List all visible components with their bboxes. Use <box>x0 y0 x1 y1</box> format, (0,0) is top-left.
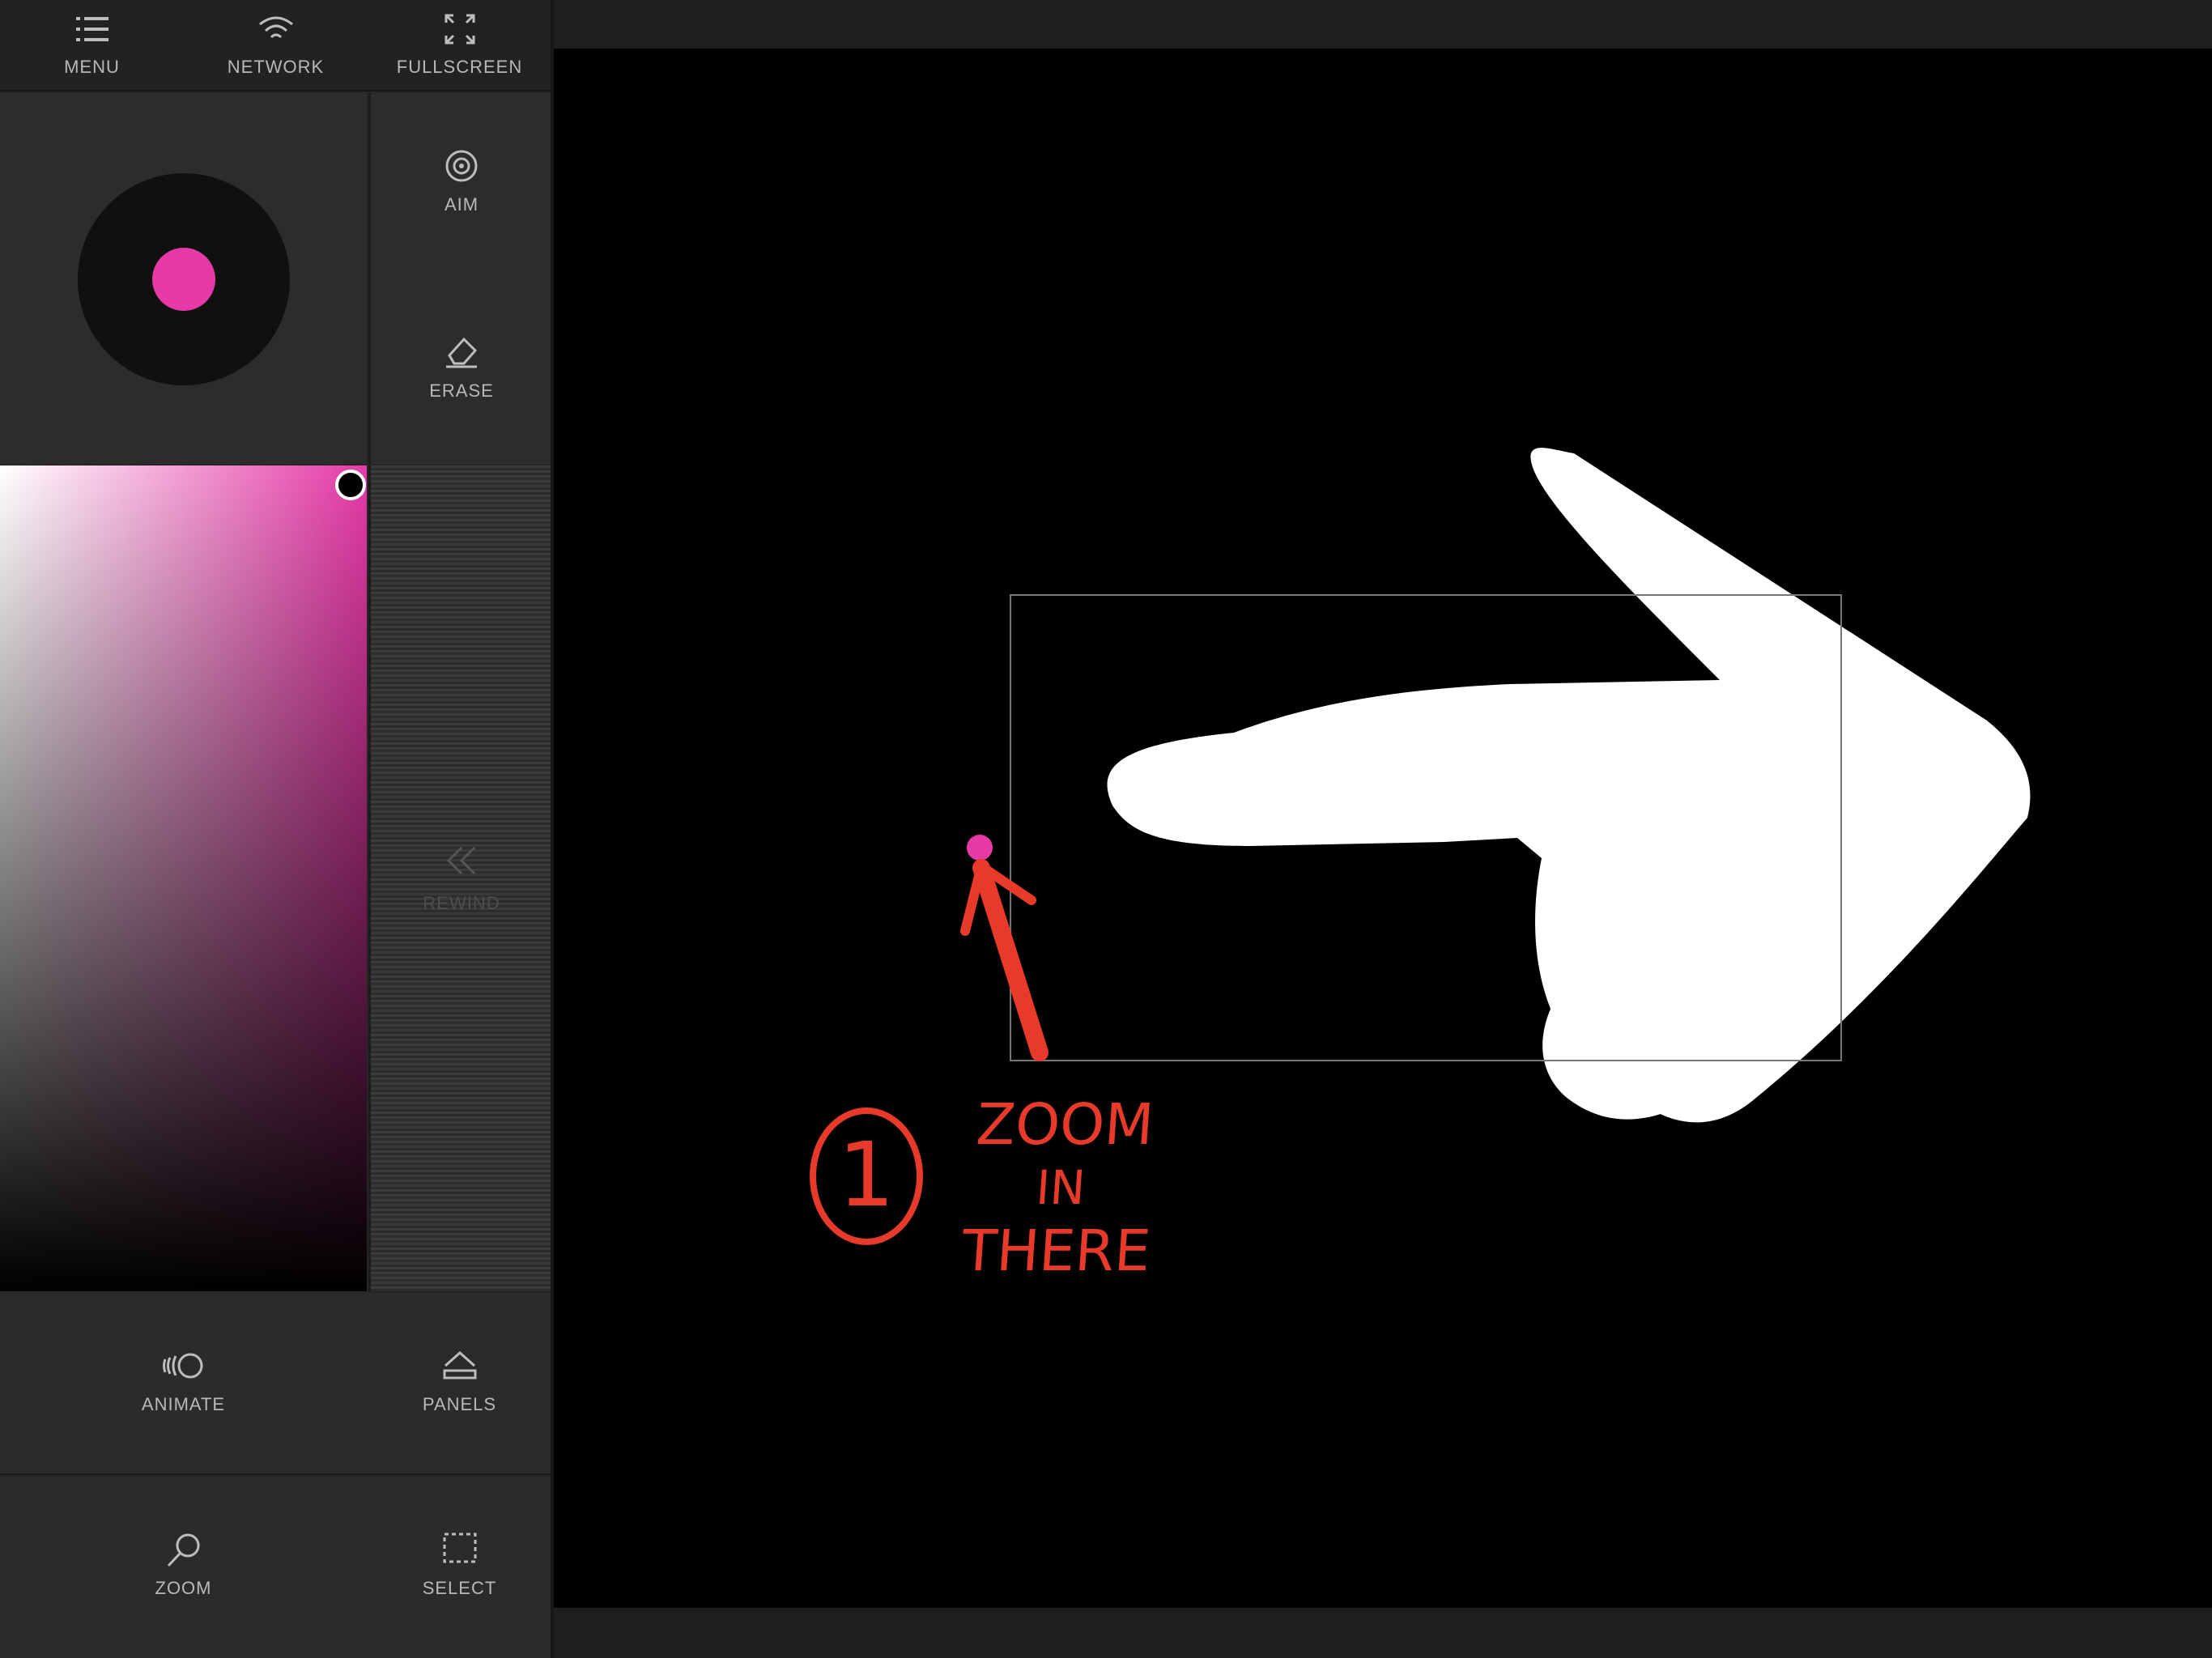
fullscreen-button[interactable]: FULLSCREEN <box>368 0 551 91</box>
top-bar: MENU NETWORK FULLSCREEN <box>0 0 552 91</box>
double-chevron-left-icon <box>446 846 476 875</box>
tool-panel: AIM ERASE <box>368 93 552 464</box>
brush-size-panel[interactable] <box>0 93 367 464</box>
annotation-line-zoom: ZOOM <box>974 1091 1156 1158</box>
target-icon <box>445 150 478 182</box>
fullscreen-label: FULLSCREEN <box>396 57 523 77</box>
magnifier-icon <box>167 1533 199 1567</box>
magenta-point[interactable] <box>967 835 993 861</box>
zoom-label: ZOOM <box>155 1578 212 1598</box>
red-annotation-arrow <box>960 859 1049 1061</box>
annotation-line-there: THERE <box>959 1218 1153 1284</box>
list-icon <box>75 17 108 41</box>
rewind-label: REWIND <box>423 893 500 913</box>
panels-button[interactable]: PANELS <box>367 1293 552 1473</box>
annotation-text: ZOOM IN THERE <box>925 1091 1197 1284</box>
panels-icon <box>443 1350 476 1380</box>
aim-button[interactable]: AIM <box>371 125 552 247</box>
marquee-icon <box>443 1533 476 1563</box>
select-button[interactable]: SELECT <box>367 1477 552 1658</box>
expand-icon <box>445 14 474 45</box>
annotation-line-in: IN <box>1034 1160 1087 1215</box>
annotation-number: 1 <box>838 1123 895 1226</box>
erase-button[interactable]: ERASE <box>371 312 552 433</box>
menu-label: MENU <box>64 57 120 77</box>
animate-button[interactable]: ANIMATE <box>0 1293 367 1473</box>
bottom-row-animate-panels: ANIMATE PANELS <box>0 1293 552 1475</box>
panels-label: PANELS <box>422 1394 497 1414</box>
aim-label: AIM <box>444 194 479 215</box>
color-picker-square[interactable] <box>0 466 367 1291</box>
brush-color-dot[interactable] <box>152 248 215 311</box>
bottom-row-zoom-select: ZOOM SELECT <box>0 1477 552 1658</box>
annotation-number-circle: 1 <box>810 1107 923 1245</box>
animate-label: ANIMATE <box>141 1394 226 1414</box>
menu-button[interactable]: MENU <box>0 0 184 91</box>
zoom-button[interactable]: ZOOM <box>0 1477 367 1658</box>
rewind-slider[interactable]: REWIND <box>368 466 552 1291</box>
erase-label: ERASE <box>429 380 494 401</box>
canvas-drawing <box>960 448 2031 1123</box>
select-label: SELECT <box>422 1578 497 1598</box>
color-picker-handle[interactable] <box>335 470 366 500</box>
network-button[interactable]: NETWORK <box>184 0 368 91</box>
network-label: NETWORK <box>227 57 325 77</box>
tool-sidebar: MENU NETWORK FULLSCREEN AIM ERASE REWIND… <box>0 0 552 1658</box>
eraser-icon <box>446 337 478 368</box>
wifi-icon <box>258 16 293 39</box>
drawing-canvas[interactable]: 1 ZOOM IN THERE <box>554 49 2212 1608</box>
animate-icon <box>162 1353 202 1379</box>
